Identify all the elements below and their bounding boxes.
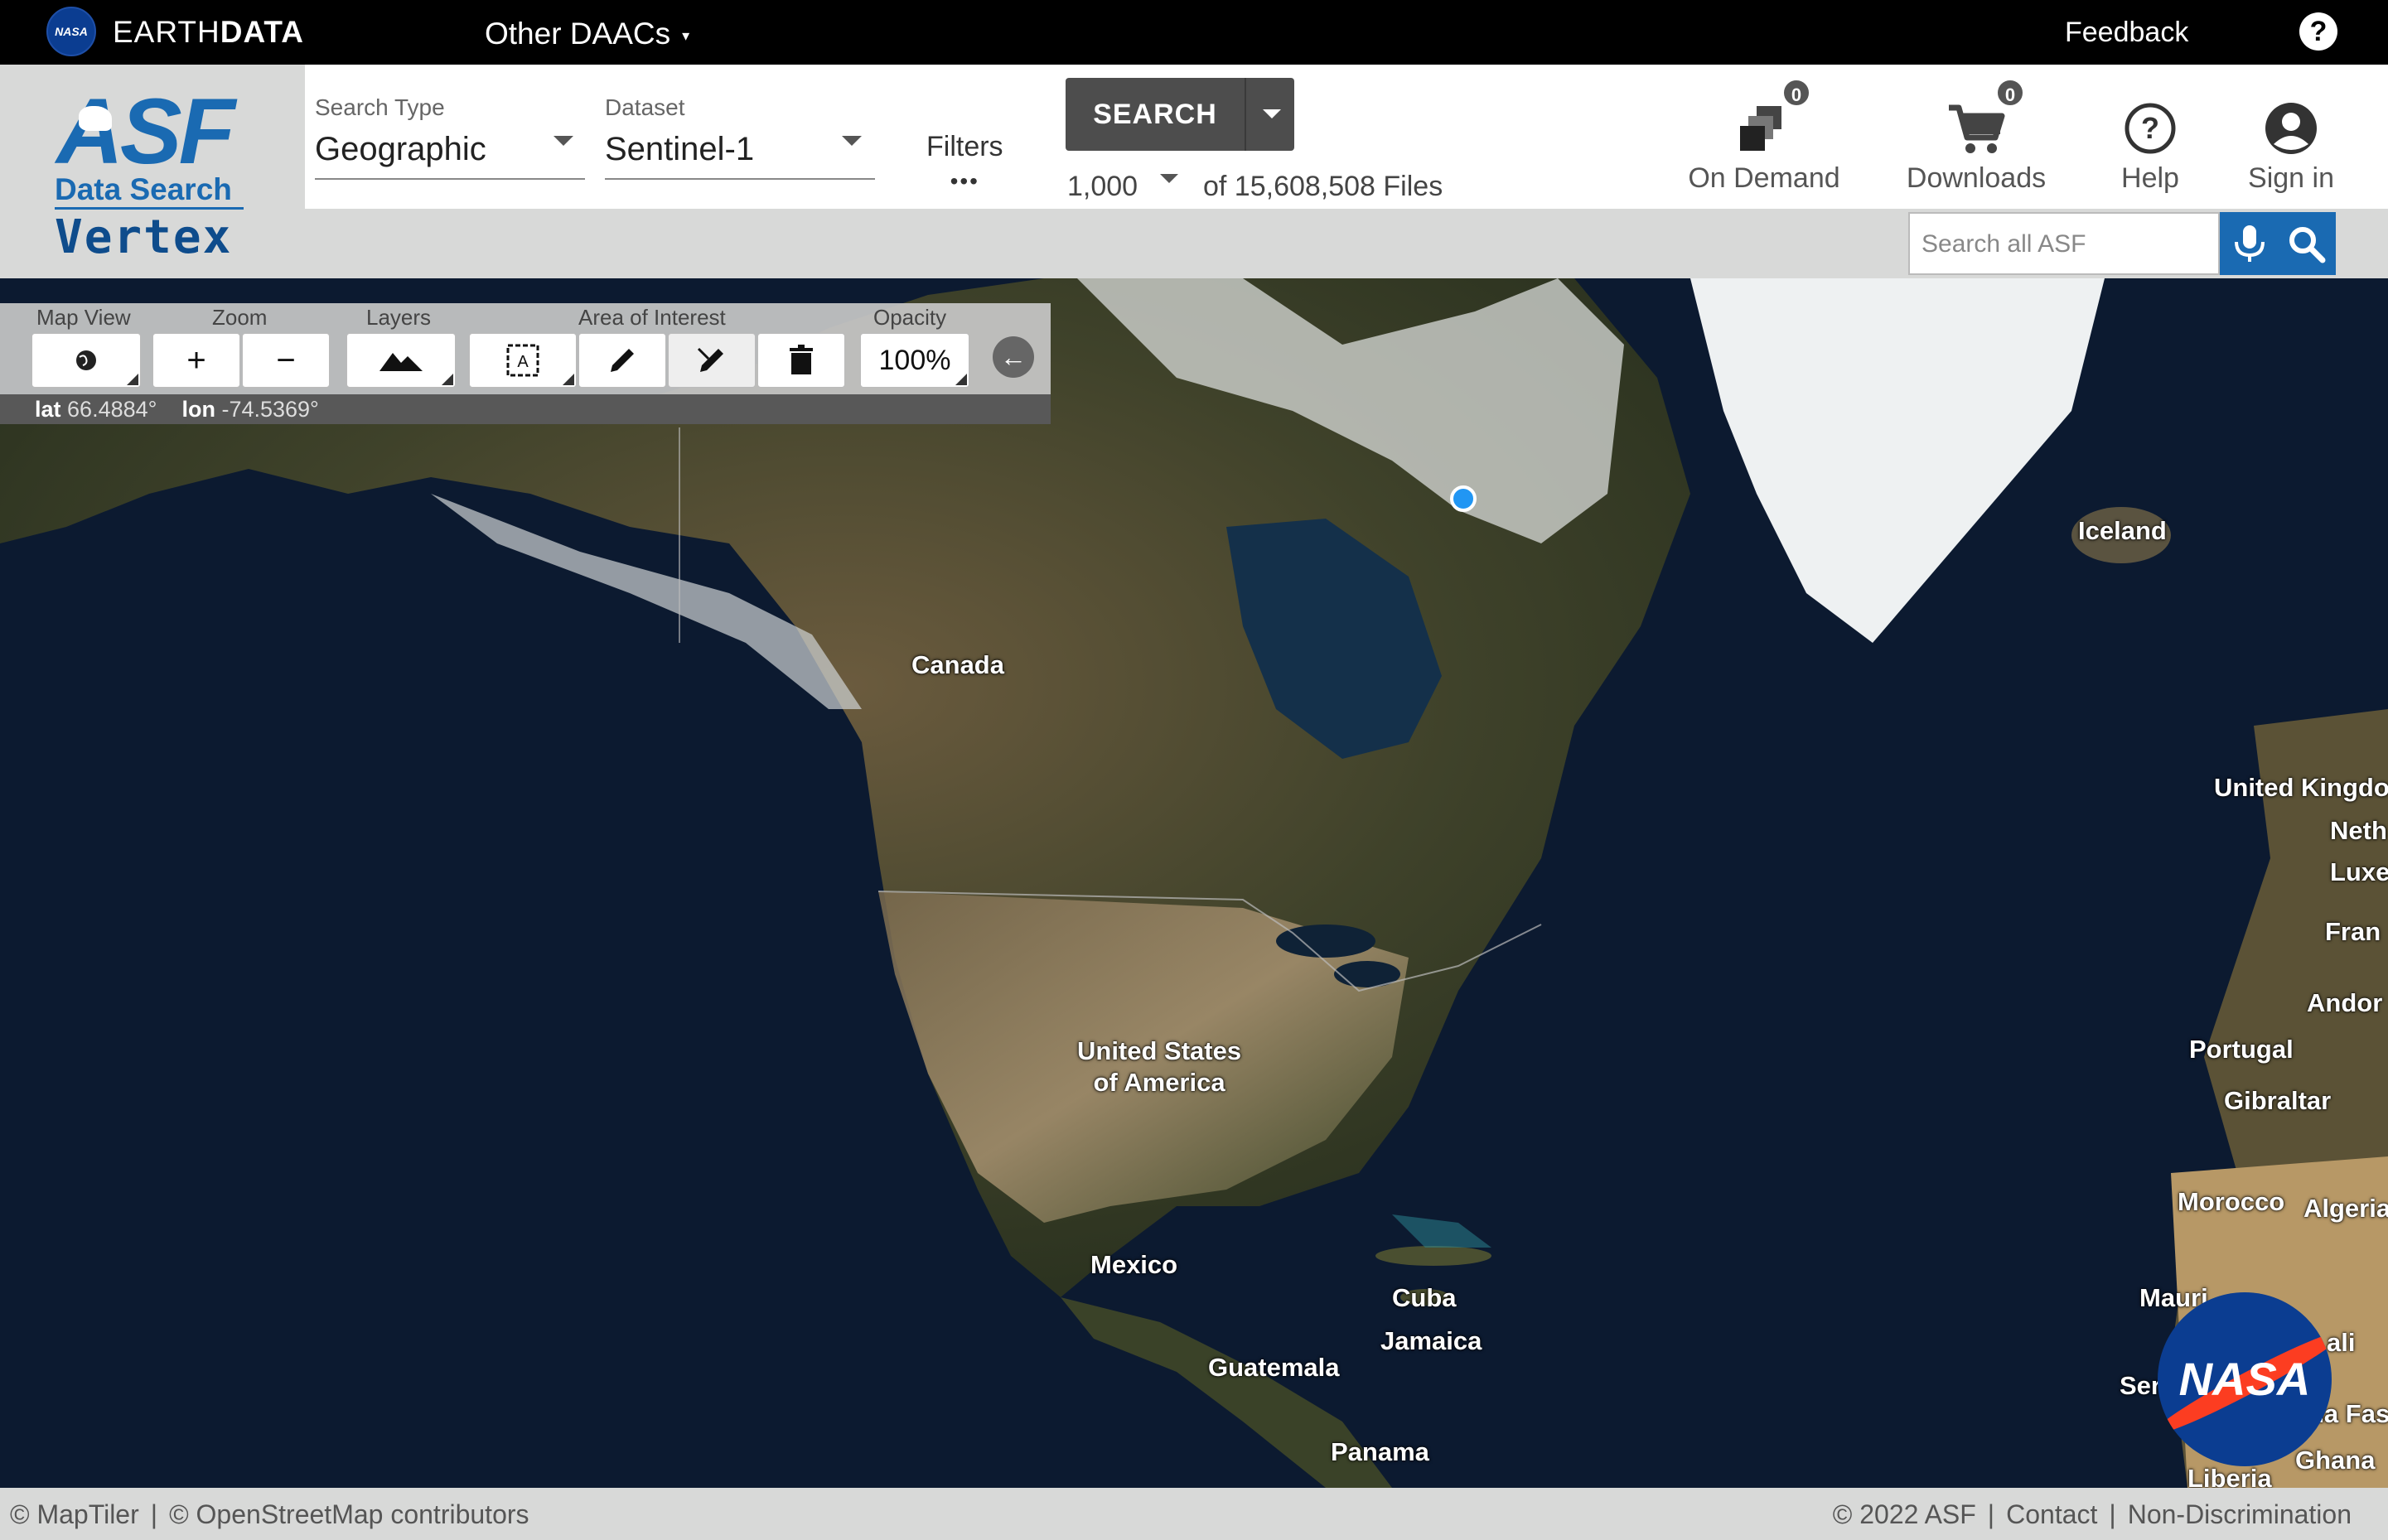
footer: © MapTiler | © OpenStreetMap contributors … [0, 1488, 2388, 1540]
contact-link[interactable]: Contact [2006, 1499, 2097, 1529]
more-dots-icon: ••• [950, 168, 979, 194]
opacity-select[interactable]: 100% [860, 333, 969, 388]
caret-down-icon: ▾ [682, 27, 690, 44]
pencil-icon [611, 349, 634, 372]
on-demand-badge: 0 [1781, 78, 1811, 108]
question-circle-icon[interactable]: ? [2299, 12, 2337, 51]
earthdata-title[interactable]: EARTHDATA [113, 15, 304, 50]
map-label-morocco: Morocco [2178, 1187, 2285, 1216]
collapse-toolbar-arrow-icon[interactable]: ← [993, 336, 1034, 378]
map-label-usa: United States of America [1077, 1036, 1242, 1097]
clear-aoi-button[interactable] [757, 333, 845, 388]
sign-in-button[interactable]: Sign in [2237, 99, 2345, 195]
caret-down-icon [553, 136, 573, 146]
microphone-icon[interactable] [2231, 224, 2268, 263]
dataset-select[interactable]: Dataset Sentinel-1 [605, 94, 875, 180]
shopping-cart-icon: 0 [1897, 78, 2055, 157]
nasa-logo-icon[interactable]: NASA [46, 7, 96, 56]
zoom-in-button[interactable]: + [152, 333, 240, 388]
map-label-neth: Neth [2330, 816, 2387, 845]
feedback-link[interactable]: Feedback [2065, 17, 2188, 49]
draw-button[interactable] [578, 333, 666, 388]
satellite-map [0, 278, 2388, 1488]
map-label-portugal: Portugal [2189, 1035, 2294, 1064]
svg-text:?: ? [2141, 111, 2159, 145]
downloads-badge: 0 [1995, 78, 2025, 108]
on-demand-button[interactable]: 0 On Demand [1685, 78, 1843, 195]
map-label-iceland: Iceland [2078, 516, 2167, 545]
asf-vertex-logo[interactable]: ASF Data Search Vertex [0, 65, 305, 278]
search-icon[interactable] [2286, 224, 2326, 263]
copyright-link[interactable]: © 2022 ASF [1833, 1499, 1976, 1529]
map-label-panama: Panama [1331, 1437, 1429, 1466]
filters-button[interactable]: Filters ••• [926, 131, 1003, 195]
trash-icon [790, 345, 813, 374]
help-button[interactable]: ? Help [2096, 99, 2204, 195]
search-options-caret-icon[interactable] [1263, 109, 1281, 118]
svg-text:A: A [517, 353, 529, 371]
map-label-gibraltar: Gibraltar [2224, 1086, 2332, 1115]
downloads-button[interactable]: 0 Downloads [1897, 78, 2055, 195]
maptiler-link[interactable]: © MapTiler [10, 1499, 139, 1529]
osm-link[interactable]: © OpenStreetMap contributors [169, 1499, 529, 1529]
account-circle-icon [2237, 99, 2345, 157]
search-all-asf-input[interactable]: Search all ASF [1908, 212, 2220, 275]
map-label-cuba: Cuba [1392, 1283, 1457, 1312]
map-label-algeria: Algeria [2303, 1194, 2388, 1223]
map-label-liberia: Liberia [2187, 1464, 2272, 1488]
map-label-andor: Andor [2307, 988, 2383, 1017]
map-label-fran: Fran [2325, 917, 2381, 946]
aoi-import-button[interactable]: A [469, 333, 577, 388]
location-pin[interactable] [1450, 485, 1477, 512]
cursor-coordinates: lat 66.4884° lon -74.5369° [0, 394, 1051, 424]
map-label-mexico: Mexico [1090, 1250, 1178, 1279]
earthdata-bar: NASA EARTHDATA Other DAACs ▾ Feedback ? [0, 0, 2388, 65]
map-toolbar: Map View Zoom Layers Area of Interest Op… [0, 303, 1051, 424]
polar-bear-icon [79, 106, 112, 131]
map-label-guatemala: Guatemala [1208, 1353, 1340, 1382]
caret-down-icon[interactable] [1160, 174, 1178, 183]
other-daacs-menu[interactable]: Other DAACs ▾ [485, 17, 689, 51]
layers-button[interactable] [346, 333, 456, 388]
map-view-button[interactable] [31, 333, 141, 388]
caret-down-icon [842, 136, 862, 146]
map-label-ghana: Ghana [2295, 1446, 2376, 1475]
nasa-meatball-logo: NASA [2158, 1292, 2332, 1466]
search-button[interactable]: SEARCH [1066, 78, 1294, 151]
zoom-out-button[interactable]: − [242, 333, 330, 388]
edit-pencil-icon [697, 347, 723, 372]
help-circle-icon: ? [2096, 99, 2204, 157]
search-type-select[interactable]: Search Type Geographic [315, 94, 585, 180]
map-label-uk: United Kingdo [2214, 773, 2388, 802]
mountains-icon [379, 353, 423, 371]
globe-icon [76, 350, 96, 370]
map-label-jamaica: Jamaica [1380, 1326, 1482, 1355]
map-canvas[interactable]: Canada Iceland United States of America M… [0, 278, 2388, 1488]
map-label-senegal: Ser [2120, 1371, 2161, 1400]
map-label-canada: Canada [911, 650, 1004, 679]
area-box-icon: A [506, 344, 539, 377]
map-label-luxe: Luxe [2330, 857, 2388, 886]
on-demand-queue-icon: 0 [1685, 78, 1843, 157]
max-results-select[interactable]: 1,000 [1067, 171, 1138, 203]
edit-button[interactable] [668, 333, 756, 388]
search-all-buttons [2220, 212, 2336, 275]
non-discrimination-link[interactable]: Non-Discrimination [2128, 1499, 2352, 1529]
